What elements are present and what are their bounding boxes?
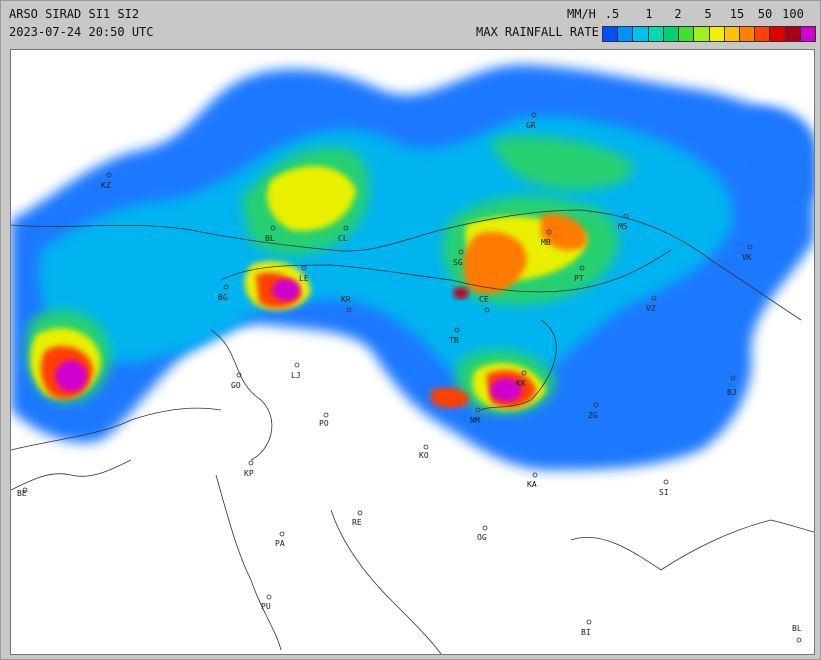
city-label: MB [541, 238, 551, 247]
legend-value: 100 [782, 7, 804, 21]
city-label: PT [574, 274, 584, 283]
city-label: MS [618, 222, 628, 231]
city-label: LE [299, 274, 309, 283]
legend-swatch [755, 27, 771, 41]
city-label: BI [581, 628, 591, 637]
radar-map-svg: KZ BL CL GR MB MS SG VK LE BG KR CE PT V… [11, 64, 814, 654]
city-label: CL [338, 234, 348, 243]
city-label: KA [527, 480, 537, 489]
legend-caption: MAX RAINFALL RATE [476, 25, 599, 39]
city-label: GR [526, 121, 536, 130]
precipitation-layer [11, 64, 814, 470]
city-label: KK [516, 379, 526, 388]
legend-value: 5 [704, 7, 712, 21]
legend-swatch [770, 27, 786, 41]
legend-swatch [603, 27, 619, 41]
legend-swatch [633, 27, 649, 41]
city-label: BJ [727, 388, 737, 397]
legend-swatch [739, 27, 756, 41]
legend-value: 2 [674, 7, 682, 21]
city-label: GO [231, 381, 241, 390]
city-label: NM [470, 416, 480, 425]
city-label: SI [659, 488, 669, 497]
legend-swatch [800, 27, 816, 41]
city-label: OG [477, 533, 487, 542]
legend-values: .5 1 2 5 15 50 100 [605, 7, 813, 21]
city-label: KZ [101, 181, 111, 190]
city-label: BE [17, 489, 27, 498]
legend-swatch [724, 27, 740, 41]
legend-swatch [709, 27, 725, 41]
legend-swatch [663, 27, 680, 41]
city-label: CE [479, 295, 489, 304]
legend-value: 50 [757, 7, 773, 21]
legend-value: .5 [604, 7, 620, 21]
legend-swatch [785, 27, 801, 41]
city-label: TB [449, 336, 459, 345]
city-label: KO [419, 451, 429, 460]
legend-swatch [694, 27, 710, 41]
color-legend [602, 26, 816, 42]
city-label: PU [261, 602, 271, 611]
city-label: KR [341, 295, 351, 304]
legend-value: 1 [645, 7, 653, 21]
city-label: ZG [588, 411, 598, 420]
timestamp: 2023-07-24 20:50 UTC [9, 25, 154, 39]
city-label: PA [275, 539, 285, 548]
city-label: KP [244, 469, 254, 478]
city-label: LJ [291, 371, 301, 380]
radar-frame: ARSO SIRAD SI1 SI2 2023-07-24 20:50 UTC … [0, 0, 821, 660]
legend-swatch [648, 27, 664, 41]
radar-map: KZ BL CL GR MB MS SG VK LE BG KR CE PT V… [10, 49, 815, 655]
city-label: SG [453, 258, 463, 267]
city-label: PO [319, 419, 329, 428]
legend-swatch [618, 27, 634, 41]
city-label: BL [265, 234, 275, 243]
city-label: BG [218, 293, 228, 302]
city-label: VK [742, 253, 752, 262]
product-title: ARSO SIRAD SI1 SI2 [9, 7, 140, 21]
city-label: RE [352, 518, 362, 527]
legend-swatch [679, 27, 695, 41]
legend-value: 15 [729, 7, 745, 21]
city-label: VZ [646, 304, 656, 313]
unit-label: MM/H [567, 7, 596, 21]
city-label: BL [792, 624, 802, 633]
